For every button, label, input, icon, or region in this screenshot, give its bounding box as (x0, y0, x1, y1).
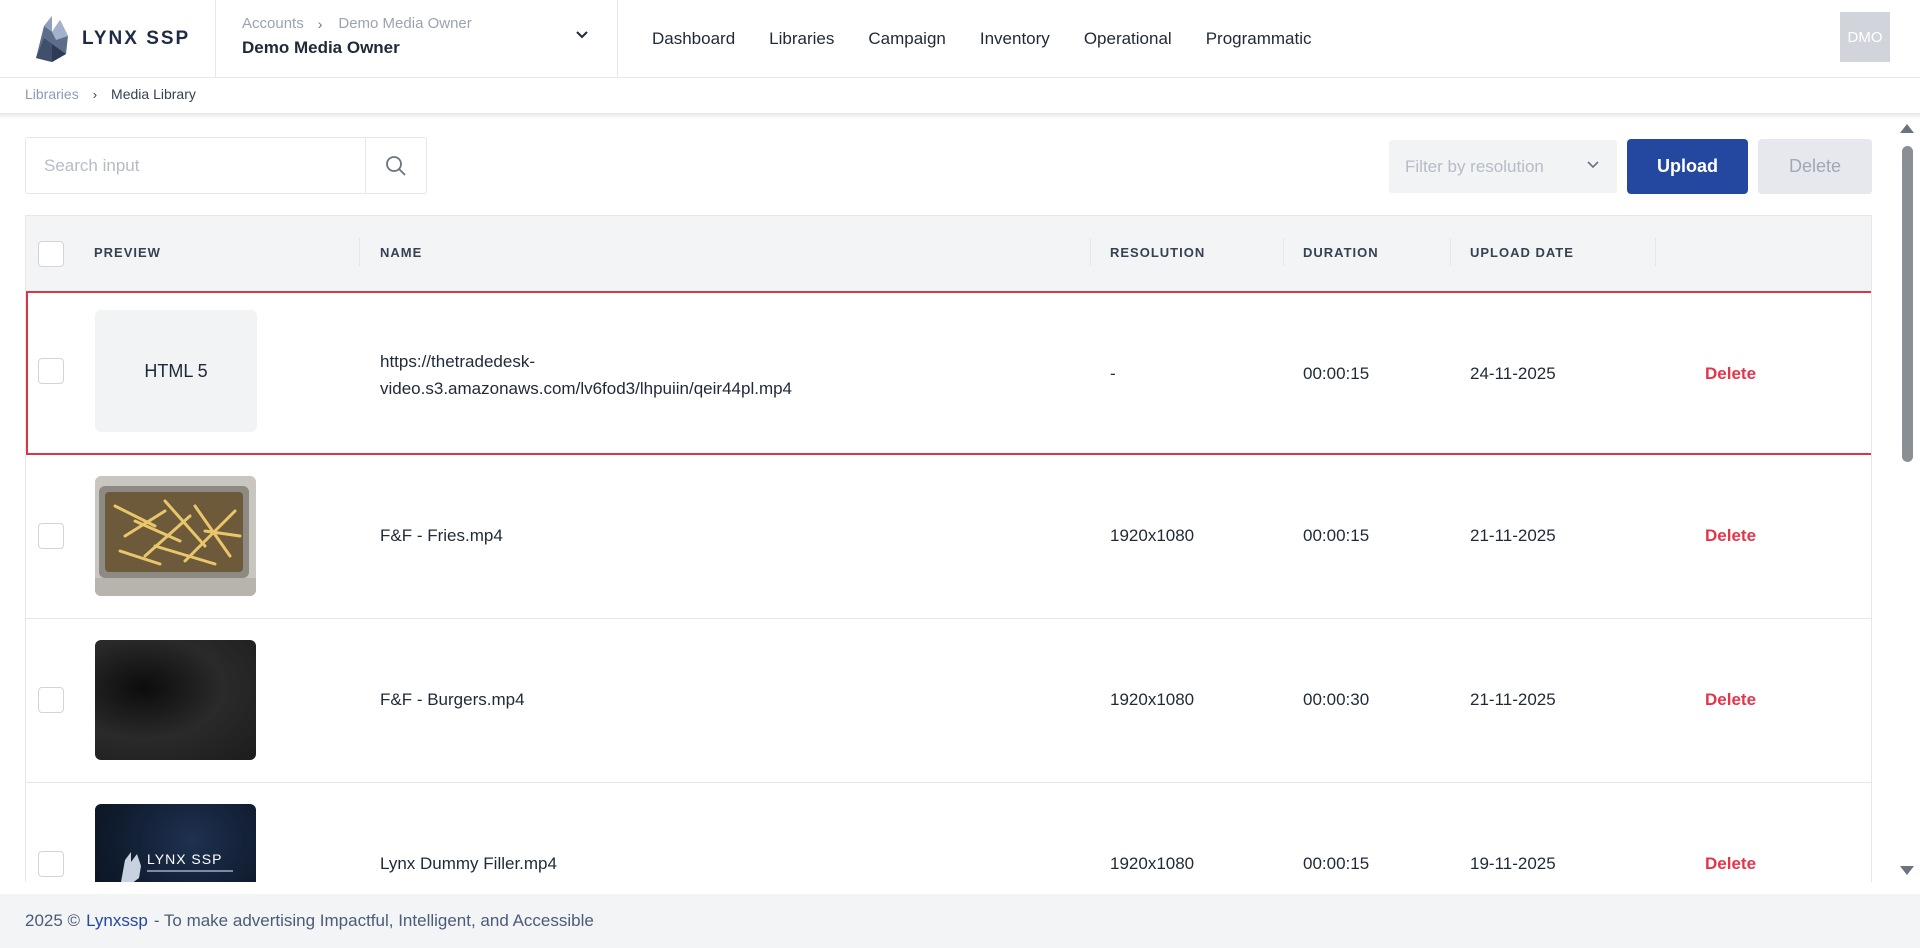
table-header: PREVIEW NAME RESOLUTION DURATION UPLOAD … (26, 216, 1871, 292)
main-nav: Dashboard Libraries Campaign Inventory O… (652, 0, 1346, 77)
media-resolution: - (1110, 364, 1116, 383)
header-shadow (0, 113, 1920, 119)
row-delete-link[interactable]: Delete (1705, 526, 1756, 546)
media-table: PREVIEW NAME RESOLUTION DURATION UPLOAD … (25, 215, 1872, 882)
media-resolution: 1920x1080 (1110, 526, 1195, 545)
column-divider (1450, 238, 1451, 266)
nav-dashboard[interactable]: Dashboard (652, 29, 735, 49)
preview-thumbnail[interactable] (95, 476, 256, 596)
preview-thumbnail[interactable] (95, 640, 256, 760)
preview-html5[interactable]: HTML 5 (95, 310, 257, 432)
lynx-logo-image: LYNX SSP (121, 851, 233, 882)
table-row[interactable]: F&F - Fries.mp4 1920x1080 00:00:15 21-11… (26, 455, 1871, 619)
media-duration: 00:00:30 (1303, 690, 1370, 709)
nav-operational[interactable]: Operational (1084, 29, 1172, 49)
nav-inventory[interactable]: Inventory (980, 29, 1050, 49)
search-input[interactable] (26, 138, 365, 193)
account-crumb-accounts[interactable]: Accounts (242, 15, 304, 32)
row-checkbox[interactable] (38, 687, 64, 713)
table-row[interactable]: HTML 5 https://thetradedesk- video.s3.am… (26, 291, 1871, 455)
row-delete-link[interactable]: Delete (1705, 690, 1756, 710)
column-divider (359, 238, 360, 266)
media-name: F&F - Burgers.mp4 (380, 690, 525, 709)
footer-tagline: - To make advertising Impactful, Intelli… (153, 911, 594, 930)
scrollbar-thumb[interactable] (1902, 146, 1913, 462)
column-header-resolution[interactable]: RESOLUTION (1110, 245, 1205, 260)
nav-campaign[interactable]: Campaign (868, 29, 946, 49)
search-button[interactable] (365, 138, 426, 193)
resolution-filter-select[interactable]: Filter by resolution (1389, 140, 1617, 193)
preview-thumbnail[interactable]: LYNX SSP (95, 804, 256, 882)
row-delete-link[interactable]: Delete (1705, 854, 1756, 874)
media-duration: 00:00:15 (1303, 854, 1370, 873)
column-header-preview: PREVIEW (94, 245, 161, 260)
scroll-down-arrow-icon[interactable] (1900, 866, 1914, 875)
search-icon (386, 155, 406, 176)
column-header-duration[interactable]: DURATION (1303, 245, 1379, 260)
media-name: https://thetradedesk- video.s3.amazonaws… (380, 348, 792, 402)
scroll-up-arrow-icon[interactable] (1900, 124, 1914, 133)
media-name-line: https://thetradedesk- (380, 352, 535, 371)
media-duration: 00:00:15 (1303, 364, 1370, 383)
account-name: Demo Media Owner (242, 38, 400, 57)
table-row[interactable]: F&F - Burgers.mp4 1920x1080 00:00:30 21-… (26, 619, 1871, 783)
lynx-logo-icon (36, 15, 68, 62)
table-row[interactable]: LYNX SSP Lynx Dummy Filler.mp4 1920x1080… (26, 783, 1871, 882)
row-checkbox[interactable] (38, 851, 64, 877)
select-all-checkbox[interactable] (38, 241, 64, 267)
row-delete-link[interactable]: Delete (1705, 364, 1756, 384)
breadcrumb-current: Media Library (111, 86, 196, 102)
fries-image (95, 476, 256, 596)
nav-programmatic[interactable]: Programmatic (1206, 29, 1312, 49)
media-duration: 00:00:15 (1303, 526, 1370, 545)
media-resolution: 1920x1080 (1110, 854, 1195, 873)
breadcrumb-libraries[interactable]: Libraries (25, 86, 79, 102)
logo-text: LYNX SSP (82, 27, 191, 49)
logo[interactable]: LYNX SSP (0, 0, 216, 77)
avatar[interactable]: DMO (1840, 12, 1890, 62)
delete-selected-button[interactable]: Delete (1758, 139, 1872, 194)
account-switcher[interactable]: Accounts › Demo Media Owner Demo Media O… (216, 0, 618, 77)
row-checkbox[interactable] (38, 358, 64, 384)
column-divider (1090, 238, 1091, 266)
preview-logo-text: LYNX SSP (147, 851, 222, 867)
footer: 2025 © Lynxssp - To make advertising Imp… (0, 894, 1920, 948)
media-upload-date: 19-11-2025 (1470, 854, 1556, 873)
upload-button[interactable]: Upload (1627, 139, 1748, 194)
chevron-right-icon: › (92, 86, 98, 102)
column-header-name[interactable]: NAME (380, 245, 422, 260)
search-box (25, 137, 427, 194)
top-header: LYNX SSP Accounts › Demo Media Owner Dem… (0, 0, 1920, 78)
nav-libraries[interactable]: Libraries (769, 29, 834, 49)
media-upload-date: 21-11-2025 (1470, 526, 1556, 545)
account-crumb-owner[interactable]: Demo Media Owner (338, 15, 471, 32)
chevron-down-icon (1587, 161, 1599, 169)
chevron-down-icon[interactable] (573, 26, 591, 44)
chevron-right-icon: › (317, 15, 323, 32)
account-breadcrumb: Accounts › Demo Media Owner (242, 15, 472, 32)
column-header-upload-date[interactable]: UPLOAD DATE (1470, 245, 1574, 260)
footer-copyright: 2025 © (25, 911, 81, 930)
media-upload-date: 21-11-2025 (1470, 690, 1556, 709)
column-divider (1283, 238, 1284, 266)
column-divider (1655, 238, 1656, 266)
row-checkbox[interactable] (38, 523, 64, 549)
media-name: F&F - Fries.mp4 (380, 526, 503, 545)
breadcrumb: Libraries › Media Library (25, 86, 196, 102)
media-name-line: video.s3.amazonaws.com/lv6fod3/lhpuiin/q… (380, 379, 793, 398)
footer-brand-link[interactable]: Lynxssp (86, 911, 148, 931)
media-resolution: 1920x1080 (1110, 690, 1195, 709)
media-name: Lynx Dummy Filler.mp4 (380, 854, 557, 873)
media-upload-date: 24-11-2025 (1470, 364, 1556, 383)
filter-placeholder: Filter by resolution (1405, 156, 1544, 176)
